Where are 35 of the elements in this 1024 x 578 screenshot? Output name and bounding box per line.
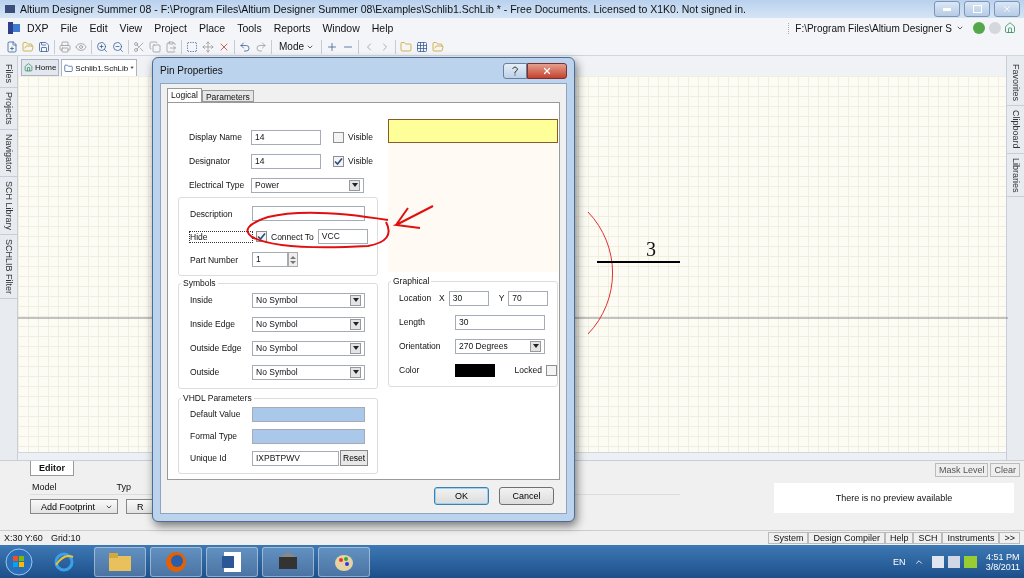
checkbox-label: Locked xyxy=(514,365,542,375)
grid-size: Grid:10 xyxy=(50,533,81,543)
checkbox-label: Visible xyxy=(348,132,373,142)
pin-number: 3 xyxy=(646,238,656,261)
checkbox-label: Connect To xyxy=(271,231,314,242)
field-label: Outside Edge xyxy=(190,343,243,353)
cursor-coordinates: X:30 Y:60 xyxy=(4,533,43,543)
field-label: Description xyxy=(190,208,234,219)
field-label: Designator xyxy=(189,156,232,166)
field-label: Display Name xyxy=(189,132,243,142)
dialog-title: Pin Properties xyxy=(160,65,224,76)
group-title: Graphical xyxy=(392,276,431,286)
field-label: Unique Id xyxy=(190,453,228,463)
field-label: Y xyxy=(498,293,505,303)
window-title: Altium Designer Summer 08 - F:\Program Files\Altium Designer Summer 08\Examples\Schlib1.SchLib * - Free Documents. Licensed to X1K0. Not signed in. xyxy=(20,3,747,15)
field-label: Inside Edge xyxy=(190,319,236,329)
field-label: Inside xyxy=(190,295,214,305)
group-title: VHDL Parameters xyxy=(182,393,253,403)
preview-message: There is no preview available xyxy=(774,483,1014,513)
clock: 4:51 PM 3/8/2011 xyxy=(985,551,1020,572)
field-label: Default Value xyxy=(190,409,242,419)
checkbox-label: Visible xyxy=(348,156,373,166)
field-label: Electrical Type xyxy=(189,180,246,190)
group-title: Symbols xyxy=(182,278,217,288)
column-header: Typ xyxy=(116,482,132,492)
field-label: Location xyxy=(399,293,433,303)
field-label: Hide xyxy=(190,231,252,242)
field-label: Part Number xyxy=(190,254,240,265)
field-label: Outside xyxy=(190,367,221,377)
field-label: Color xyxy=(399,365,421,375)
field-label: Formal Type xyxy=(190,431,239,441)
column-header: Model xyxy=(32,482,57,492)
field-label: Orientation xyxy=(399,341,442,351)
field-label: X xyxy=(439,293,445,303)
field-label: Length xyxy=(399,317,426,327)
